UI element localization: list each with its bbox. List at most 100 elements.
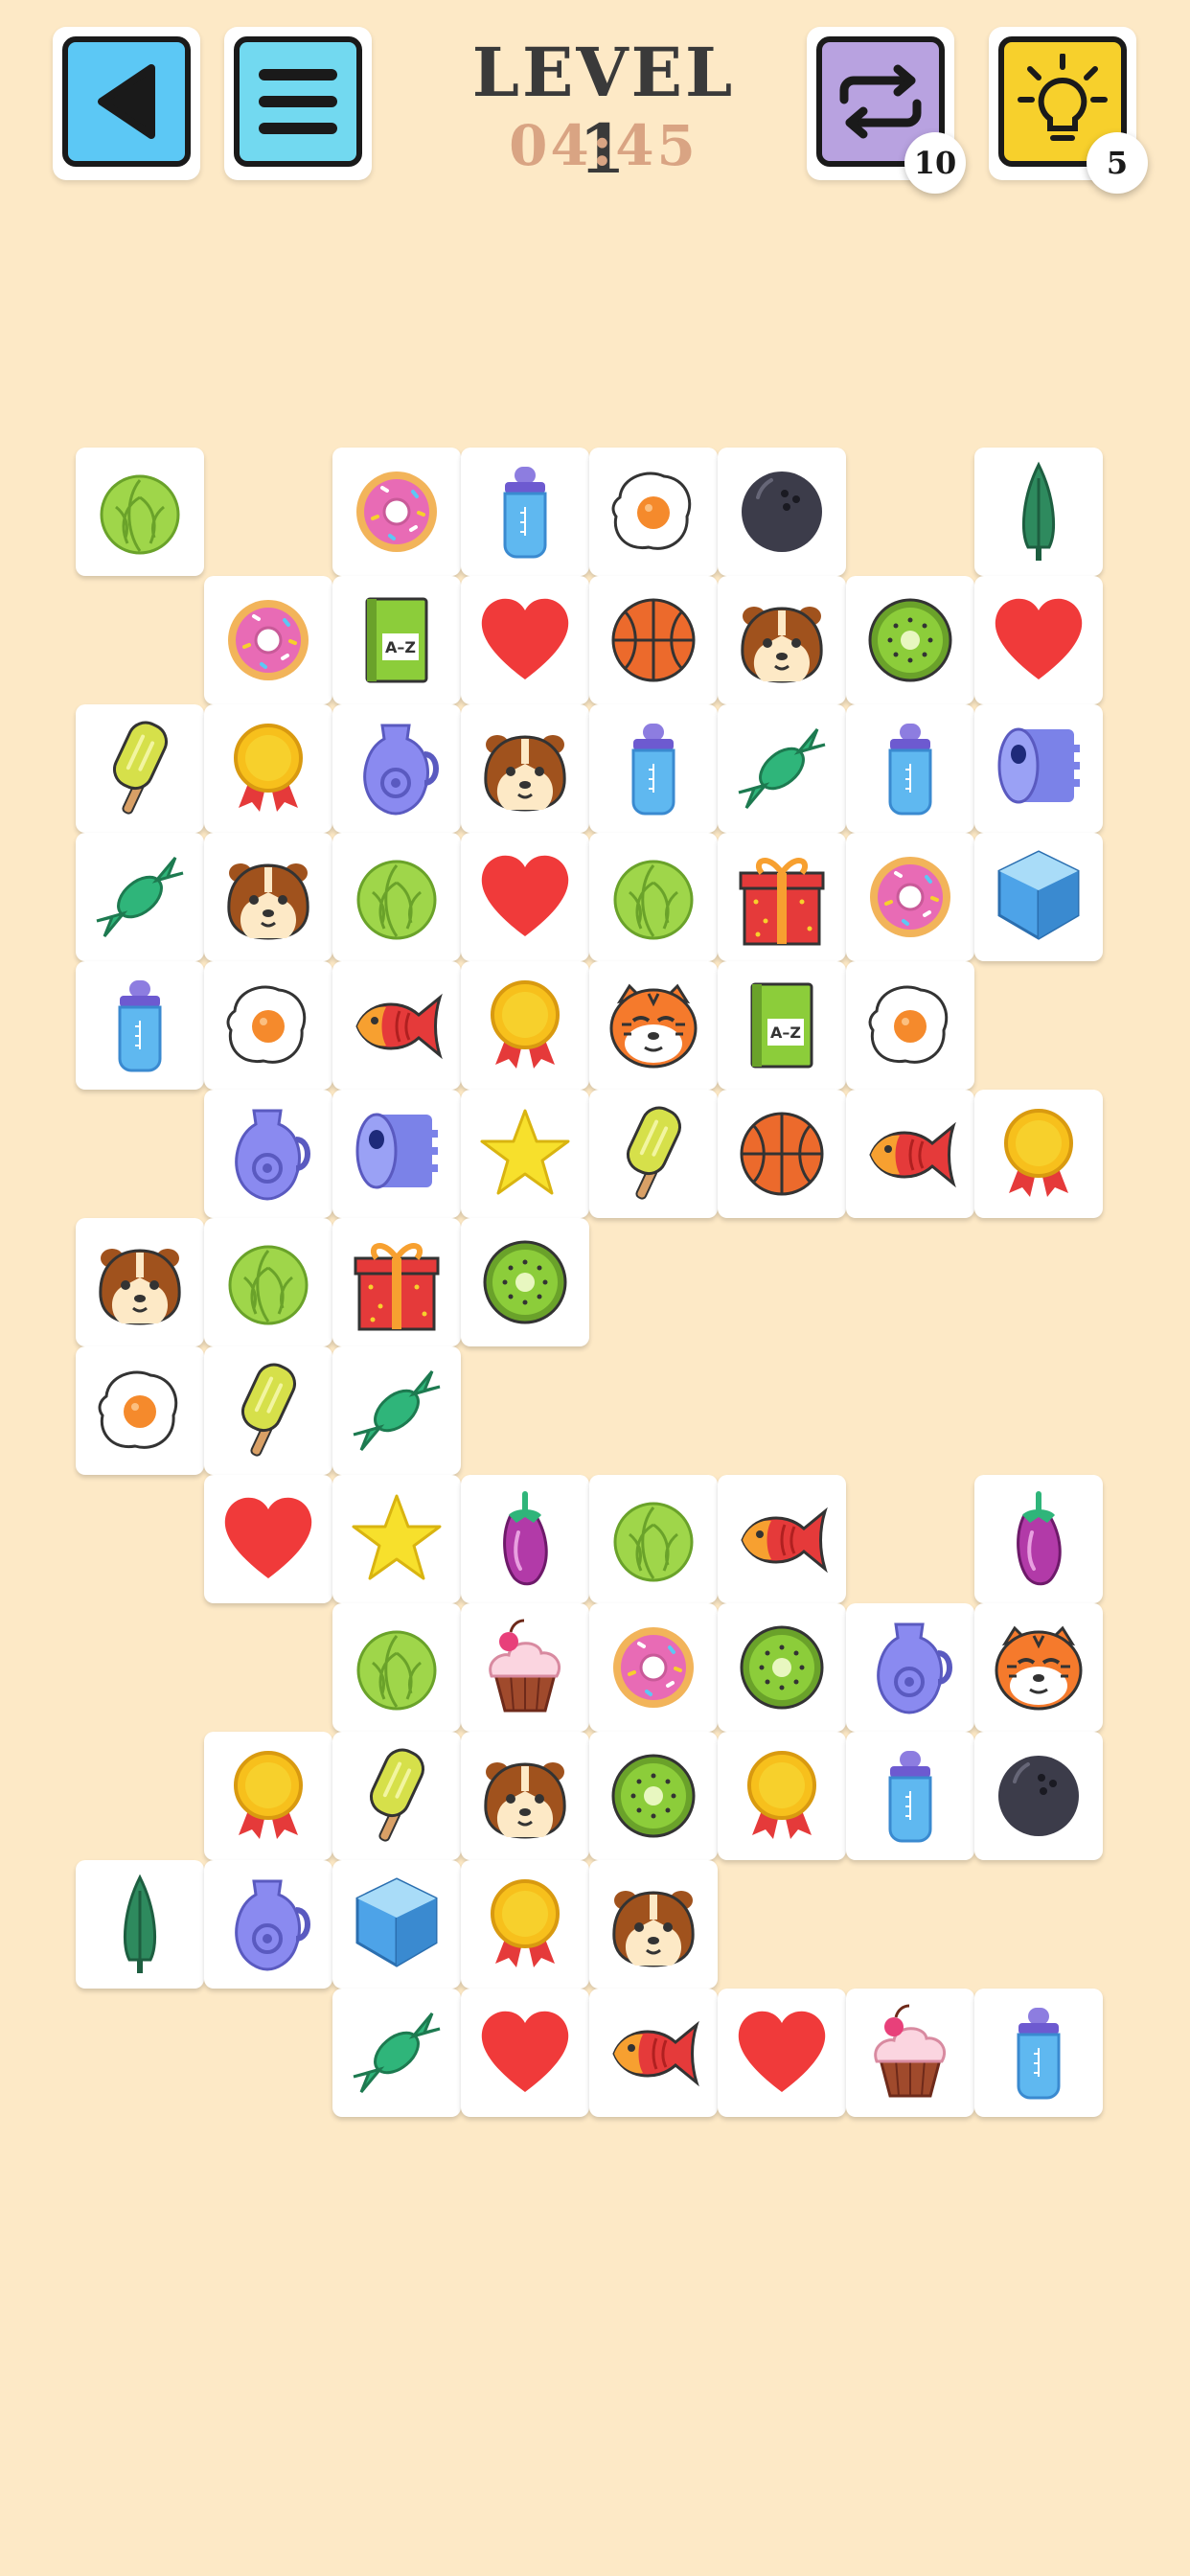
tile-cabbage[interactable] [332, 1603, 461, 1732]
tile-fried-egg[interactable] [589, 448, 718, 576]
tile-baby-bottle[interactable] [76, 961, 204, 1090]
fried-egg-icon [87, 1358, 193, 1463]
tile-baby-bottle[interactable] [846, 1732, 974, 1860]
tile-ice-cube[interactable] [332, 1860, 461, 1989]
tile-cabbage[interactable] [204, 1218, 332, 1346]
tile-heart[interactable] [204, 1475, 332, 1603]
hamster-icon [601, 1872, 706, 1977]
tile-hamster[interactable] [589, 1860, 718, 1989]
tile-star[interactable] [461, 1090, 589, 1218]
tile-jug[interactable] [204, 1860, 332, 1989]
tile-paper-towel[interactable] [974, 704, 1103, 833]
tile-candy[interactable] [718, 704, 846, 833]
tile-medal[interactable] [718, 1732, 846, 1860]
hamster-icon [472, 1743, 578, 1849]
tile-board: A–Z A–Z [0, 0, 1190, 2576]
tile-fried-egg[interactable] [846, 961, 974, 1090]
eggplant-icon [472, 1486, 578, 1592]
tile-baby-bottle[interactable] [589, 704, 718, 833]
baby-bottle-icon [87, 973, 193, 1078]
tile-cabbage[interactable] [76, 448, 204, 576]
tile-kiwi[interactable] [589, 1732, 718, 1860]
tile-cypress-tree[interactable] [974, 448, 1103, 576]
tile-cupcake[interactable] [461, 1603, 589, 1732]
tile-tiger[interactable] [589, 961, 718, 1090]
tile-gift-box[interactable] [332, 1218, 461, 1346]
heart-icon [216, 1486, 321, 1592]
tile-jug[interactable] [204, 1090, 332, 1218]
kiwi-icon [729, 1615, 835, 1720]
tile-fried-egg[interactable] [76, 1346, 204, 1475]
popsicle-icon [216, 1358, 321, 1463]
tile-heart[interactable] [718, 1989, 846, 2117]
tile-cabbage[interactable] [589, 833, 718, 961]
tile-star[interactable] [332, 1475, 461, 1603]
tile-candy[interactable] [332, 1346, 461, 1475]
tile-fish[interactable] [718, 1475, 846, 1603]
tile-heart[interactable] [461, 833, 589, 961]
tile-baby-bottle[interactable] [846, 704, 974, 833]
tile-medal[interactable] [461, 961, 589, 1090]
heart-icon [472, 844, 578, 950]
tile-tiger[interactable] [974, 1603, 1103, 1732]
tile-popsicle[interactable] [76, 704, 204, 833]
tile-donut[interactable] [332, 448, 461, 576]
tile-dictionary-book[interactable]: A–Z [332, 576, 461, 704]
tile-donut[interactable] [589, 1603, 718, 1732]
tile-bowling-ball[interactable] [974, 1732, 1103, 1860]
tile-kiwi[interactable] [461, 1218, 589, 1346]
baby-bottle-icon [858, 1743, 963, 1849]
tile-kiwi[interactable] [846, 576, 974, 704]
tile-donut[interactable] [846, 833, 974, 961]
tile-heart[interactable] [461, 576, 589, 704]
tile-cabbage[interactable] [332, 833, 461, 961]
tile-baby-bottle[interactable] [461, 448, 589, 576]
tile-baby-bottle[interactable] [974, 1989, 1103, 2117]
cabbage-icon [601, 844, 706, 950]
tile-popsicle[interactable] [332, 1732, 461, 1860]
tile-jug[interactable] [332, 704, 461, 833]
tile-popsicle[interactable] [589, 1090, 718, 1218]
tile-kiwi[interactable] [718, 1603, 846, 1732]
tile-fish[interactable] [846, 1090, 974, 1218]
heart-icon [986, 587, 1091, 693]
tile-hamster[interactable] [718, 576, 846, 704]
tile-medal[interactable] [204, 704, 332, 833]
tile-medal[interactable] [461, 1860, 589, 1989]
tile-hamster[interactable] [204, 833, 332, 961]
fish-icon [858, 1101, 963, 1207]
tile-fish[interactable] [332, 961, 461, 1090]
tile-basketball[interactable] [589, 576, 718, 704]
tile-heart[interactable] [974, 576, 1103, 704]
tile-candy[interactable] [332, 1989, 461, 2117]
tile-jug[interactable] [846, 1603, 974, 1732]
tile-hamster[interactable] [461, 1732, 589, 1860]
popsicle-icon [344, 1743, 449, 1849]
tile-bowling-ball[interactable] [718, 448, 846, 576]
tile-fish[interactable] [589, 1989, 718, 2117]
tile-basketball[interactable] [718, 1090, 846, 1218]
tile-cupcake[interactable] [846, 1989, 974, 2117]
fried-egg-icon [216, 973, 321, 1078]
tile-candy[interactable] [76, 833, 204, 961]
tile-hamster[interactable] [76, 1218, 204, 1346]
medal-icon [472, 973, 578, 1078]
tile-medal[interactable] [204, 1732, 332, 1860]
baby-bottle-icon [472, 459, 578, 564]
tile-gift-box[interactable] [718, 833, 846, 961]
tile-dictionary-book[interactable]: A–Z [718, 961, 846, 1090]
fried-egg-icon [858, 973, 963, 1078]
tile-heart[interactable] [461, 1989, 589, 2117]
tile-medal[interactable] [974, 1090, 1103, 1218]
tile-cabbage[interactable] [589, 1475, 718, 1603]
tile-donut[interactable] [204, 576, 332, 704]
tile-fried-egg[interactable] [204, 961, 332, 1090]
tile-popsicle[interactable] [204, 1346, 332, 1475]
tile-eggplant[interactable] [461, 1475, 589, 1603]
tile-hamster[interactable] [461, 704, 589, 833]
svg-text:A–Z: A–Z [770, 1024, 801, 1042]
tile-paper-towel[interactable] [332, 1090, 461, 1218]
tile-eggplant[interactable] [974, 1475, 1103, 1603]
tile-ice-cube[interactable] [974, 833, 1103, 961]
tile-cypress-tree[interactable] [76, 1860, 204, 1989]
